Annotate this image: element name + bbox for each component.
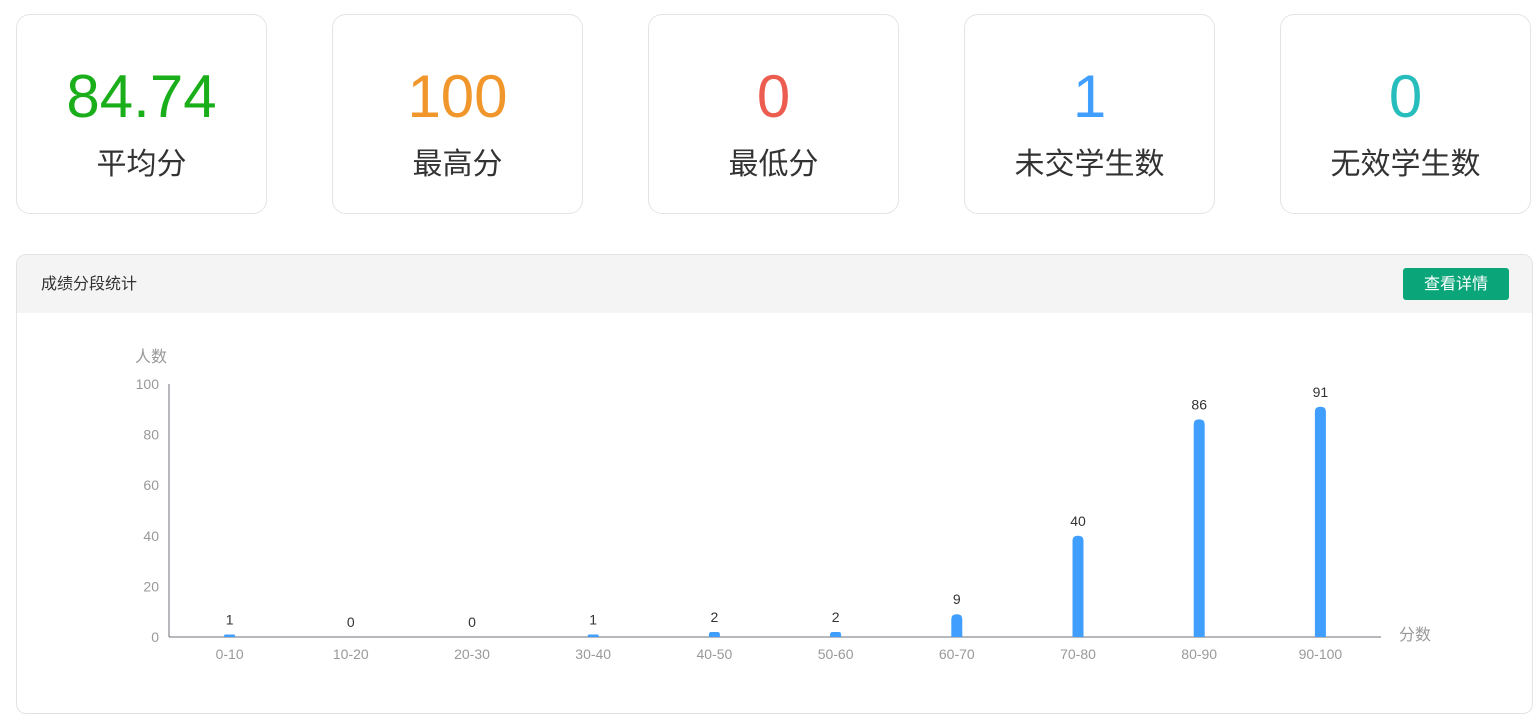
bar-value-label: 0 <box>468 614 476 630</box>
y-tick-label: 100 <box>136 376 160 392</box>
stat-card-average: 84.74 平均分 <box>16 14 267 214</box>
x-tick-label: 60-70 <box>939 646 975 662</box>
stats-row: 84.74 平均分 100 最高分 0 最低分 1 未交学生数 0 无效学生数 <box>0 0 1540 230</box>
bar-30-40 <box>587 634 599 637</box>
y-tick-label: 80 <box>143 427 159 443</box>
bar-value-label: 40 <box>1070 513 1086 529</box>
unsubmitted-count-label: 未交学生数 <box>1014 147 1165 182</box>
y-axis-title: 人数 <box>135 347 167 366</box>
x-tick-label: 20-30 <box>454 646 490 662</box>
bar-70-80 <box>1072 535 1084 637</box>
x-tick-label: 80-90 <box>1181 646 1217 662</box>
invalid-count-value: 0 <box>1388 63 1423 130</box>
x-tick-label: 40-50 <box>696 646 732 662</box>
bar-value-label: 1 <box>589 611 597 627</box>
y-tick-label: 0 <box>151 629 159 645</box>
bar-value-label: 2 <box>832 609 840 625</box>
bar-value-label: 91 <box>1313 384 1329 400</box>
bar-value-label: 0 <box>347 614 355 630</box>
lowest-score-value: 0 <box>756 63 791 130</box>
bar-60-70 <box>951 614 963 637</box>
bar-value-label: 1 <box>226 611 234 627</box>
bar-value-label: 86 <box>1191 396 1207 412</box>
bar-value-label: 2 <box>711 609 719 625</box>
y-tick-label: 20 <box>143 578 159 594</box>
x-tick-label: 90-100 <box>1299 646 1343 662</box>
average-score-value: 84.74 <box>66 63 217 130</box>
lowest-score-label: 最低分 <box>728 147 819 182</box>
bar-value-label: 9 <box>953 591 961 607</box>
stat-card-unsubmitted: 1 未交学生数 <box>964 14 1215 214</box>
score-distribution-chart: 0 20 40 60 80 100 人数分数 1 0-10 0 10-20 0 20-30 1 30-40 2… <box>135 347 1431 662</box>
stat-card-lowest: 0 最低分 <box>648 14 899 214</box>
score-distribution-panel: 成绩分段统计 查看详情 0 20 40 60 80 100 人数 分数 1 0-10 0 10-20 0… <box>16 254 1533 714</box>
highest-score-value: 100 <box>407 63 508 130</box>
stat-card-highest: 100 最高分 <box>332 14 583 214</box>
bar-90-100 <box>1314 406 1326 637</box>
highest-score-label: 最高分 <box>412 147 503 182</box>
x-tick-label: 50-60 <box>818 646 854 662</box>
bar-40-50 <box>708 631 720 637</box>
stat-card-invalid: 0 无效学生数 <box>1280 14 1531 214</box>
y-tick-label: 40 <box>143 528 159 544</box>
x-tick-label: 30-40 <box>575 646 611 662</box>
bar-80-90 <box>1193 419 1205 637</box>
x-tick-label: 70-80 <box>1060 646 1096 662</box>
x-tick-label: 10-20 <box>333 646 369 662</box>
invalid-count-label: 无效学生数 <box>1330 147 1481 182</box>
unsubmitted-count-value: 1 <box>1072 63 1107 130</box>
x-axis-title: 分数 <box>1399 625 1431 644</box>
bar-0-10 <box>224 634 236 637</box>
average-score-label: 平均分 <box>96 147 187 182</box>
x-tick-label: 0-10 <box>216 646 244 662</box>
bar-50-60 <box>830 631 842 637</box>
y-tick-label: 60 <box>143 477 159 493</box>
